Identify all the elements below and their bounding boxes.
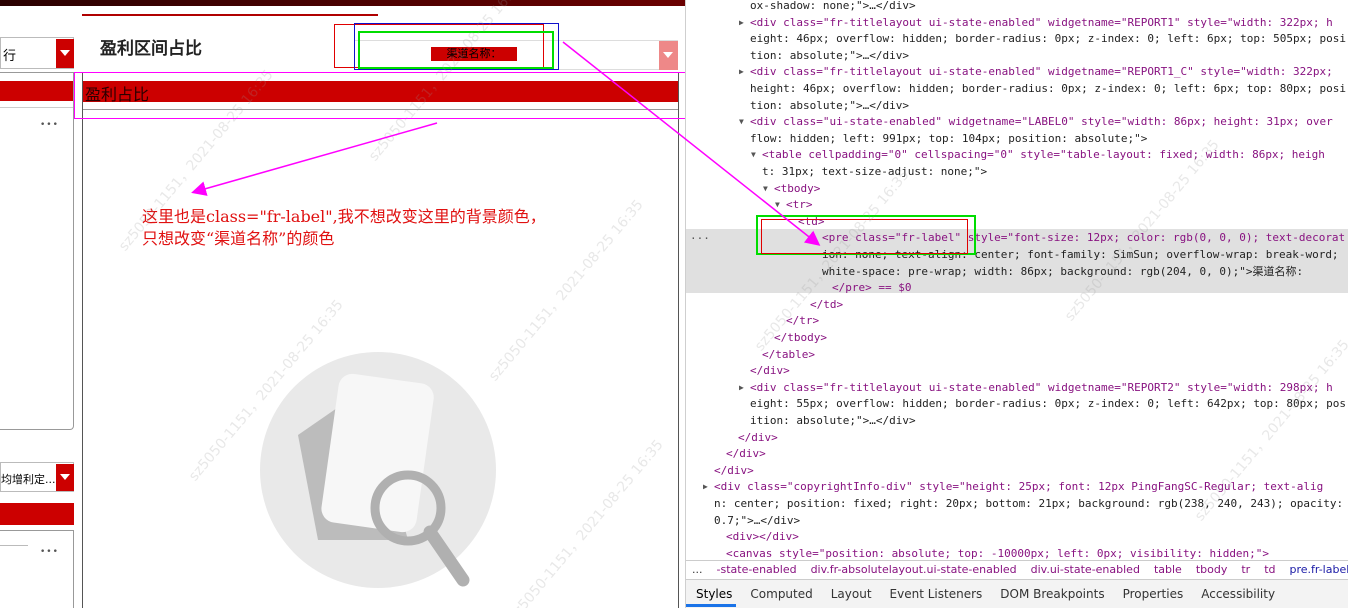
annotation-arrows — [191, 41, 821, 246]
